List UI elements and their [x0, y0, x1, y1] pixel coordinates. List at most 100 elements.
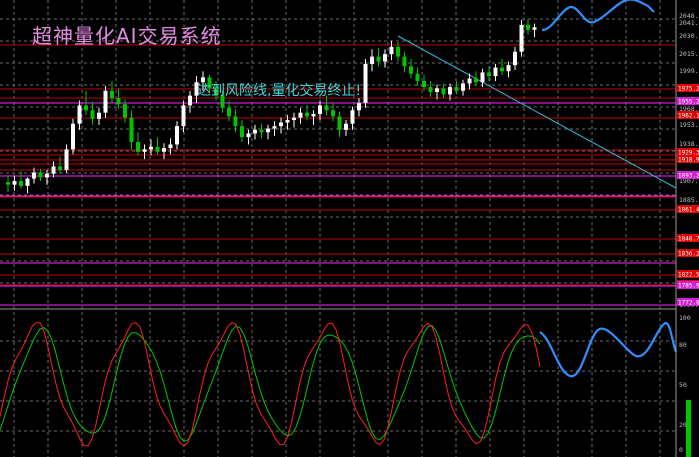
candle-body: [97, 112, 101, 119]
diagonal-trendline: [397, 35, 677, 189]
candle-body: [435, 88, 439, 92]
candle-body: [149, 146, 153, 150]
red-level-tag-text: 1918.95: [678, 157, 699, 164]
candle-body: [266, 128, 270, 133]
candle-body: [71, 123, 75, 150]
candle-body: [240, 126, 244, 138]
candle-body: [324, 105, 329, 111]
candle-body: [454, 87, 459, 91]
chart-canvas[interactable]: 2048.252041.602030.502015.281999.501968.…: [0, 0, 699, 457]
candle-body: [337, 116, 342, 130]
candle-body: [246, 133, 251, 138]
candle-body: [155, 146, 160, 152]
oscillator-forecast-line: [539, 321, 678, 378]
candle-body: [344, 123, 348, 130]
candle-body: [461, 83, 465, 91]
candle-body: [357, 102, 361, 111]
candle-body: [64, 149, 69, 171]
trendline: [397, 35, 677, 189]
candle-body: [253, 129, 257, 134]
oscillator-axis-label: 0: [679, 446, 683, 454]
candle-body: [168, 144, 173, 149]
candle-body: [363, 63, 368, 103]
oscillator-axis-label: 100: [679, 314, 691, 322]
candle-body: [298, 112, 303, 118]
candle-body: [188, 95, 192, 106]
candle-body: [103, 90, 108, 113]
candle-body: [396, 46, 400, 57]
candle-body: [123, 104, 127, 118]
candle-body: [480, 72, 485, 83]
candle-body: [285, 120, 290, 123]
candle-body: [19, 181, 23, 186]
red-level-tag-text: 1962.11: [678, 113, 699, 120]
price-axis-label: 2041.60: [679, 19, 699, 27]
candle-body: [493, 67, 498, 77]
oscillator-pane: [0, 321, 691, 457]
red-level-tag-text: 1861.40: [678, 207, 699, 214]
candle-body: [422, 81, 426, 88]
candle-body: [409, 66, 413, 74]
magenta-level-tag-text: 1893.20: [678, 173, 699, 180]
candle-body: [84, 105, 88, 111]
candle-body: [318, 105, 322, 114]
candle-body: [513, 51, 517, 66]
candle-body: [311, 113, 316, 117]
candle-body: [77, 105, 82, 124]
app-title: 超神量化AI交易系统: [32, 24, 222, 48]
red-level-tag-text: 1848.77: [678, 236, 699, 243]
candle-body: [376, 56, 381, 62]
candle-body: [370, 56, 374, 64]
candle-body: [259, 129, 264, 133]
candle-body: [305, 112, 309, 117]
candle-body: [441, 88, 446, 95]
candle-body: [136, 142, 140, 152]
candle-body: [519, 24, 524, 52]
price-axis-label: 1999.50: [679, 67, 699, 75]
risk-alert-text: 达到风险线,量化交易终止!: [197, 83, 362, 99]
magenta-level-tag-text: 1772.80: [678, 300, 699, 307]
candle-body: [389, 46, 394, 55]
oscillator-axis-label: 80: [679, 341, 687, 349]
red-level-tag-text: 1975.20: [678, 86, 699, 93]
candle-body: [383, 54, 387, 62]
candle-body: [142, 149, 147, 152]
oscillator-axis-label: 20: [679, 421, 687, 429]
candle-body: [162, 148, 166, 152]
candle-body: [38, 172, 43, 178]
candle-body: [90, 110, 95, 119]
candle-body: [448, 87, 452, 95]
price-axis-label: 2030.50: [679, 32, 699, 40]
candle-body: [6, 182, 10, 185]
candle-body: [25, 178, 30, 186]
candle-body: [331, 110, 335, 117]
candle-body: [175, 126, 179, 145]
candle-body: [32, 172, 36, 179]
candle-body: [12, 181, 17, 185]
candle-body: [272, 126, 277, 129]
candle-body: [233, 116, 238, 127]
oscillator-d-line: [0, 325, 541, 442]
price-axis-label: 1885.50: [679, 196, 699, 204]
price-axis-label: 2015.28: [679, 50, 699, 58]
candle-body: [428, 87, 433, 92]
red-level-tag-text: 1836.28: [678, 251, 699, 258]
candle-body: [500, 67, 504, 72]
candle-body: [467, 78, 472, 84]
candle-body: [532, 27, 537, 30]
candle-body: [279, 122, 283, 127]
magenta-level-tag-text: 1955.20: [678, 99, 699, 106]
candle-body: [129, 117, 134, 142]
candle-body: [292, 117, 296, 121]
candle-body: [487, 72, 491, 77]
magenta-level-tag-text: 1785.93: [678, 283, 699, 290]
price-axis-label: 1953.50: [679, 121, 699, 129]
price-forecast-line: [541, 0, 655, 32]
candle-body: [51, 166, 56, 174]
oscillator-axis-label: 50: [679, 381, 687, 389]
candle-body: [402, 56, 407, 67]
candle-body: [474, 78, 478, 83]
red-level-tag-text: 1822.50: [678, 272, 699, 279]
candle-body: [526, 24, 530, 30]
candle-body: [110, 90, 114, 99]
